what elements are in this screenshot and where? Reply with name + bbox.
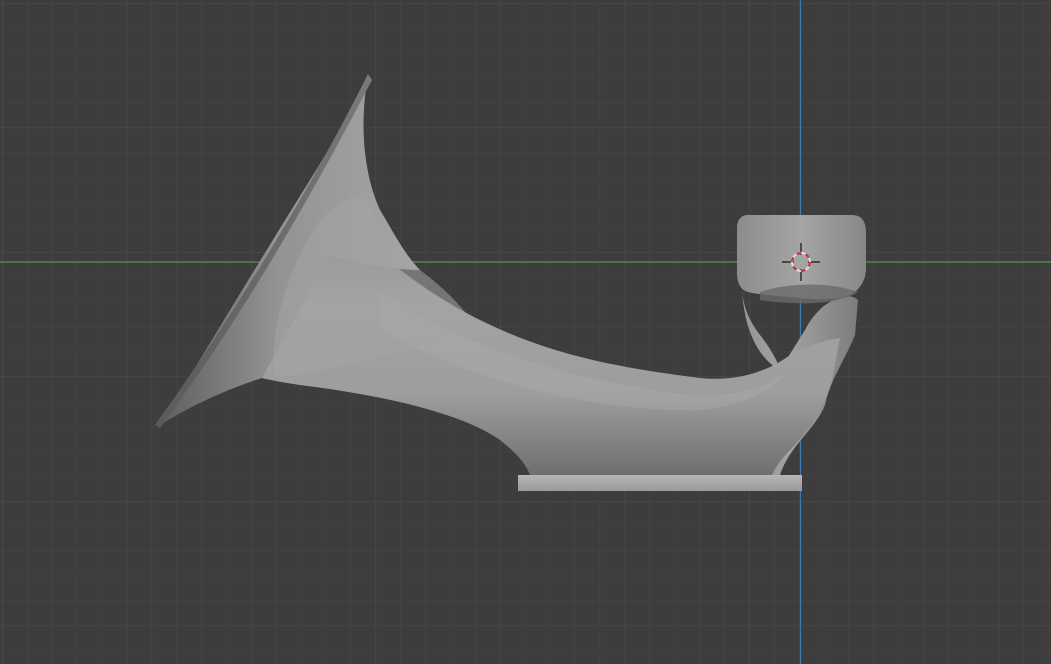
3d-viewport[interactable] bbox=[0, 0, 1051, 664]
viewport-canvas[interactable] bbox=[0, 0, 1051, 664]
base-plate[interactable] bbox=[518, 475, 802, 491]
major-grid bbox=[0, 0, 1051, 664]
